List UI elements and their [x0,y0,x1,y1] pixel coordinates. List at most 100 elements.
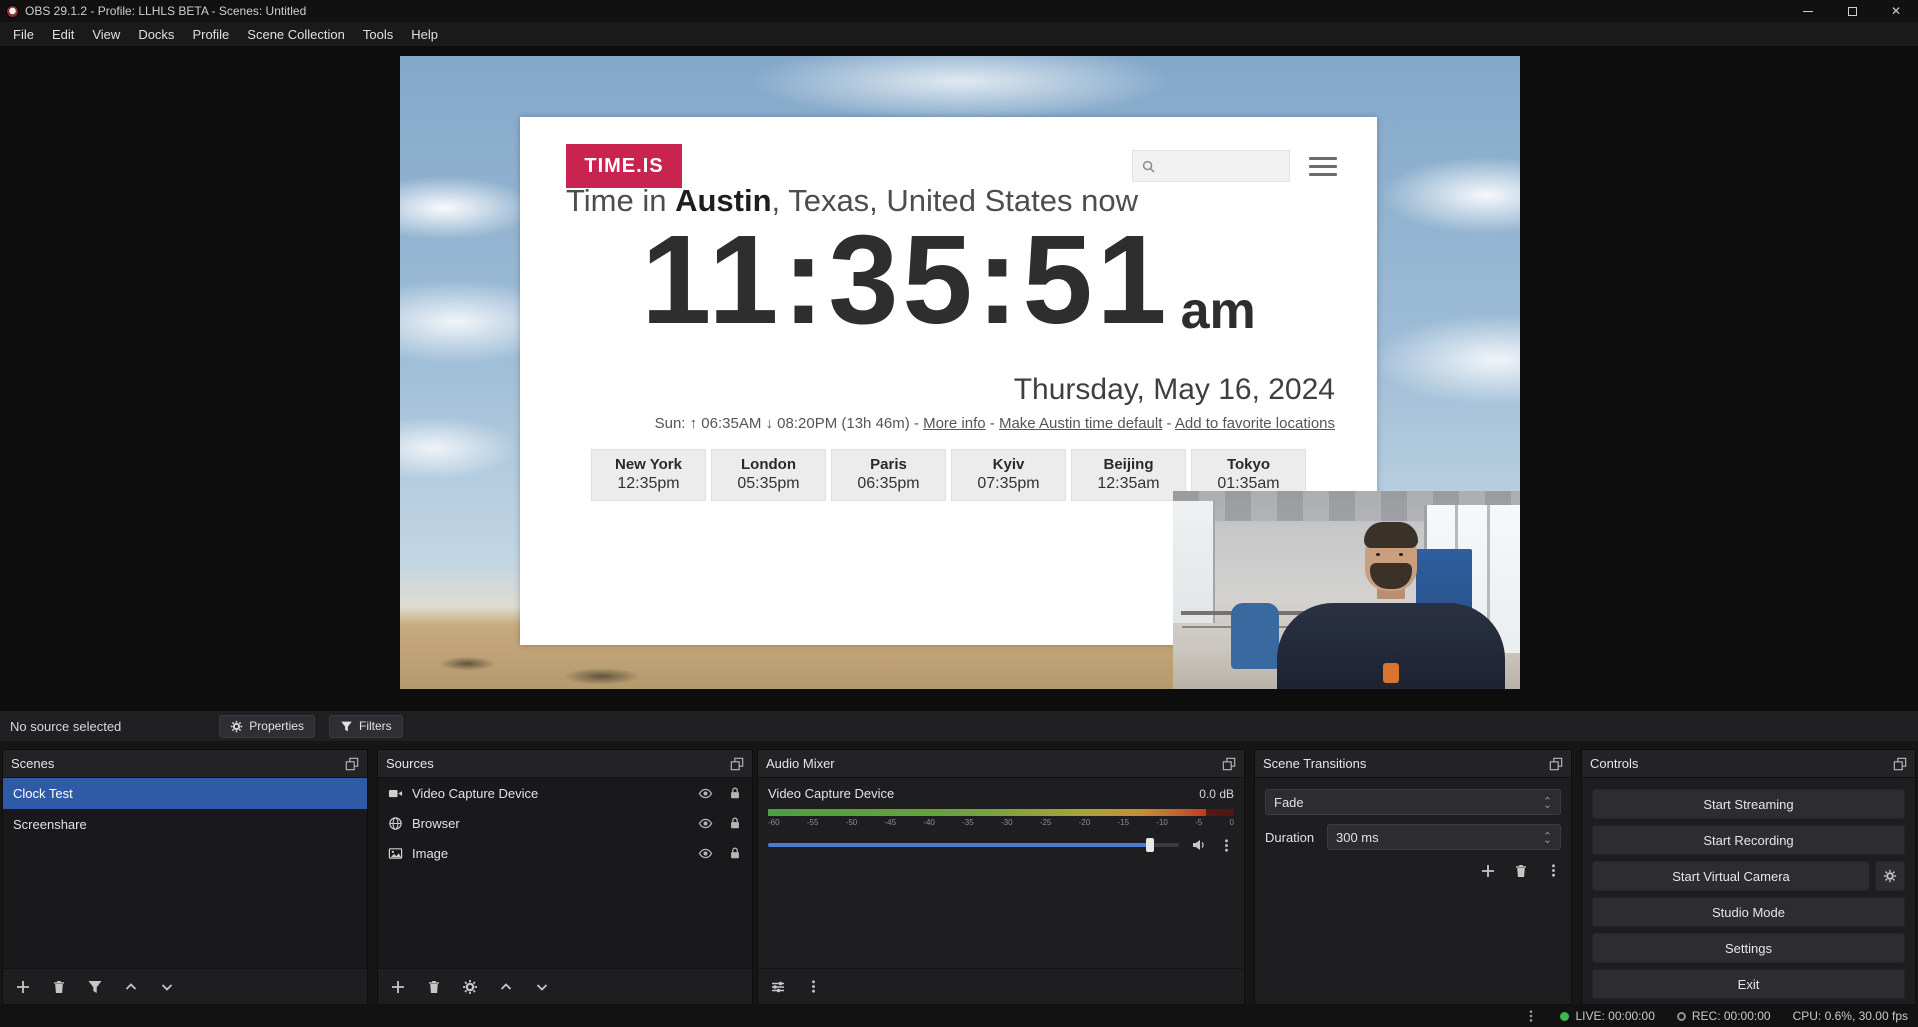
eye-icon[interactable] [698,786,713,801]
transition-select[interactable]: Fade [1265,789,1561,815]
remove-source-button[interactable] [426,979,442,995]
audio-mixer-body: Video Capture Device 0.0 dB -60 -55 -50 … [758,778,1244,968]
properties-button[interactable]: Properties [219,715,315,738]
menu-scene-collection[interactable]: Scene Collection [238,22,354,47]
start-streaming-button[interactable]: Start Streaming [1592,789,1905,819]
sources-toolbar [378,968,752,1004]
status-kebab-menu[interactable] [1524,1009,1538,1023]
lock-icon[interactable] [728,816,742,830]
obs-logo-icon [6,5,19,18]
exit-button[interactable]: Exit [1592,969,1905,999]
popout-icon[interactable] [730,757,744,771]
minimize-button[interactable] [1786,0,1830,22]
popout-icon[interactable] [1549,757,1563,771]
make-default-link: Make Austin time default [999,415,1162,432]
transitions-body: Fade Duration 300 ms [1255,778,1571,890]
mixer-level-db: 0.0 dB [1199,787,1234,801]
speaker-icon[interactable] [1191,837,1207,853]
person-hair [1364,522,1418,548]
scene-filters-button[interactable] [87,979,103,995]
preview-area: TIME.IS Time in Austin, Texas, United St… [0,47,1918,711]
spin-arrows[interactable] [1543,830,1552,845]
close-button[interactable]: ✕ [1874,0,1918,22]
world-clock: Beijing12:35am [1071,449,1186,501]
eye-icon[interactable] [698,816,713,831]
move-source-up-button[interactable] [498,979,514,995]
remove-scene-button[interactable] [51,979,67,995]
clock-ampm: am [1181,285,1256,343]
settings-button[interactable]: Settings [1592,933,1905,963]
source-properties-button[interactable] [462,979,478,995]
audio-mixer-title: Audio Mixer [766,756,835,771]
volume-meter [768,809,1234,816]
add-transition-button[interactable] [1480,863,1496,879]
sources-dock-header: Sources [378,750,752,778]
world-clock: Kyiv07:35pm [951,449,1066,501]
menu-view[interactable]: View [83,22,129,47]
volume-handle[interactable] [1146,838,1154,852]
source-item-browser[interactable]: Browser [378,808,752,838]
cpu-fps-stats: CPU: 0.6%, 30.00 fps [1793,1009,1908,1023]
controls-body: Start Streaming Start Recording Start Vi… [1582,778,1915,1010]
preview-canvas[interactable]: TIME.IS Time in Austin, Texas, United St… [400,56,1520,689]
studio-mode-button[interactable]: Studio Mode [1592,897,1905,927]
move-source-down-button[interactable] [534,979,550,995]
menu-edit[interactable]: Edit [43,22,83,47]
meter-tick-label: -30 [1001,818,1013,827]
maximize-button[interactable] [1830,0,1874,22]
meter-scale: -60 -55 -50 -45 -40 -35 -30 -25 -20 -15 … [768,818,1234,827]
meter-tick-label: -60 [768,818,780,827]
select-arrows[interactable] [1543,795,1552,810]
volume-slider[interactable] [768,843,1179,847]
start-virtual-camera-button[interactable]: Start Virtual Camera [1592,861,1870,891]
volume-fill [768,843,1150,847]
live-status: LIVE: 00:00:00 [1560,1009,1654,1023]
menu-profile[interactable]: Profile [183,22,238,47]
menu-docks[interactable]: Docks [129,22,183,47]
add-source-button[interactable] [390,979,406,995]
mixer-toolbar [758,968,1244,1004]
add-scene-button[interactable] [15,979,31,995]
gear-icon [1883,869,1897,883]
meter-tick-label: -45 [884,818,896,827]
filters-button[interactable]: Filters [329,715,403,738]
move-scene-down-button[interactable] [159,979,175,995]
meter-tick-label: -5 [1195,818,1202,827]
source-status-text: No source selected [10,719,121,734]
scene-transitions-dock: Scene Transitions Fade Duration 300 ms [1254,749,1572,1005]
advanced-audio-icon[interactable] [770,979,786,995]
duration-label: Duration [1265,830,1327,845]
menu-bar: File Edit View Docks Profile Scene Colle… [0,22,1918,47]
popout-icon[interactable] [1222,757,1236,771]
meter-tick-label: -35 [962,818,974,827]
controls-dock: Controls Start Streaming Start Recording… [1581,749,1916,1005]
remove-transition-button[interactable] [1513,863,1529,879]
lock-icon[interactable] [728,786,742,800]
transition-kebab-menu[interactable] [1546,863,1561,878]
menu-tools[interactable]: Tools [354,22,402,47]
more-info-link: More info [923,415,986,432]
menu-help[interactable]: Help [402,22,447,47]
meter-tick-label: -20 [1079,818,1091,827]
popout-icon[interactable] [345,757,359,771]
source-item-image[interactable]: Image [378,838,752,868]
mixer-kebab-menu[interactable] [1219,838,1234,853]
maximize-icon [1848,7,1857,16]
virtual-camera-config-button[interactable] [1875,861,1905,891]
controls-title: Controls [1590,756,1638,771]
mixer-options-kebab[interactable] [806,979,821,994]
scene-item-screenshare[interactable]: Screenshare [3,809,367,840]
eye-icon[interactable] [698,846,713,861]
scene-item-clock-test[interactable]: Clock Test [3,778,367,809]
rec-indicator-icon [1677,1012,1686,1021]
source-item-video-capture[interactable]: Video Capture Device [378,778,752,808]
filter-icon [340,720,353,733]
controls-dock-header: Controls [1582,750,1915,778]
duration-spinbox[interactable]: 300 ms [1327,824,1561,850]
popout-icon[interactable] [1893,757,1907,771]
menu-file[interactable]: File [4,22,43,47]
lock-icon[interactable] [728,846,742,860]
move-scene-up-button[interactable] [123,979,139,995]
obs-window: OBS 29.1.2 - Profile: LLHLS BETA - Scene… [0,0,1918,1027]
start-recording-button[interactable]: Start Recording [1592,825,1905,855]
